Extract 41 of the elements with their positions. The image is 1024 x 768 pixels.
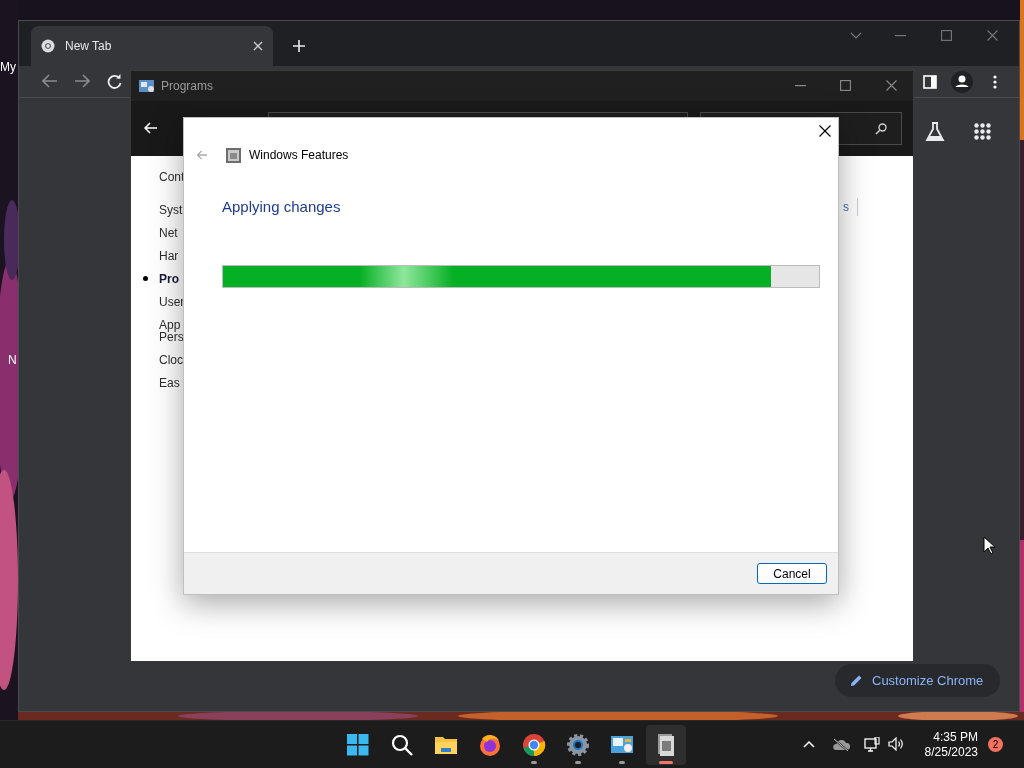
network-icon[interactable] [864,737,880,753]
dialog-heading: Applying changes [222,197,342,217]
maximize-icon[interactable] [941,30,952,41]
customize-button[interactable]: Customize Chrome [835,664,1000,697]
fox-globe-icon [478,733,502,757]
clock-time[interactable]: 4:35 PM [918,730,978,745]
clock-date[interactable]: 8/25/2023 [918,745,978,760]
search-icon[interactable] [875,123,887,135]
gear-icon [566,733,590,757]
search-icon [390,733,414,757]
cloud-off-icon[interactable] [832,738,850,751]
start-icon [346,733,370,757]
pencil-icon [850,674,863,687]
side-panel-icon[interactable] [923,75,937,89]
browser-logo-icon [522,733,546,757]
taskbar-button[interactable] [646,725,686,765]
control-panel-icon [139,79,155,93]
apps-grid-icon[interactable] [974,123,992,141]
minimize-icon[interactable] [895,35,906,37]
flask-icon[interactable] [925,122,945,142]
windows-features-icon [226,147,241,163]
dialog-title: Windows Features [249,147,349,164]
link-text[interactable]: s [843,198,858,216]
menu-icon[interactable] [993,75,997,89]
cursor-icon [983,536,996,555]
reload-icon[interactable] [107,74,122,89]
window-title: Programs [161,78,213,95]
new-tab-icon[interactable] [293,40,305,52]
maximize-icon[interactable] [840,80,851,91]
chevron-up-icon[interactable] [803,741,815,748]
browser-logo-icon [41,39,55,53]
volume-icon[interactable] [888,737,904,751]
profile-icon[interactable] [951,71,973,93]
cancel-button[interactable]: Cancel [757,563,827,584]
browser-tab[interactable]: New Tab [31,26,273,66]
minimize-icon[interactable] [795,85,806,87]
tab-title: New Tab [65,38,113,55]
close-icon[interactable] [819,125,831,137]
bullet-icon [143,276,148,281]
chevron-down-icon[interactable] [850,32,862,40]
forward-arrow-icon[interactable] [74,74,90,88]
